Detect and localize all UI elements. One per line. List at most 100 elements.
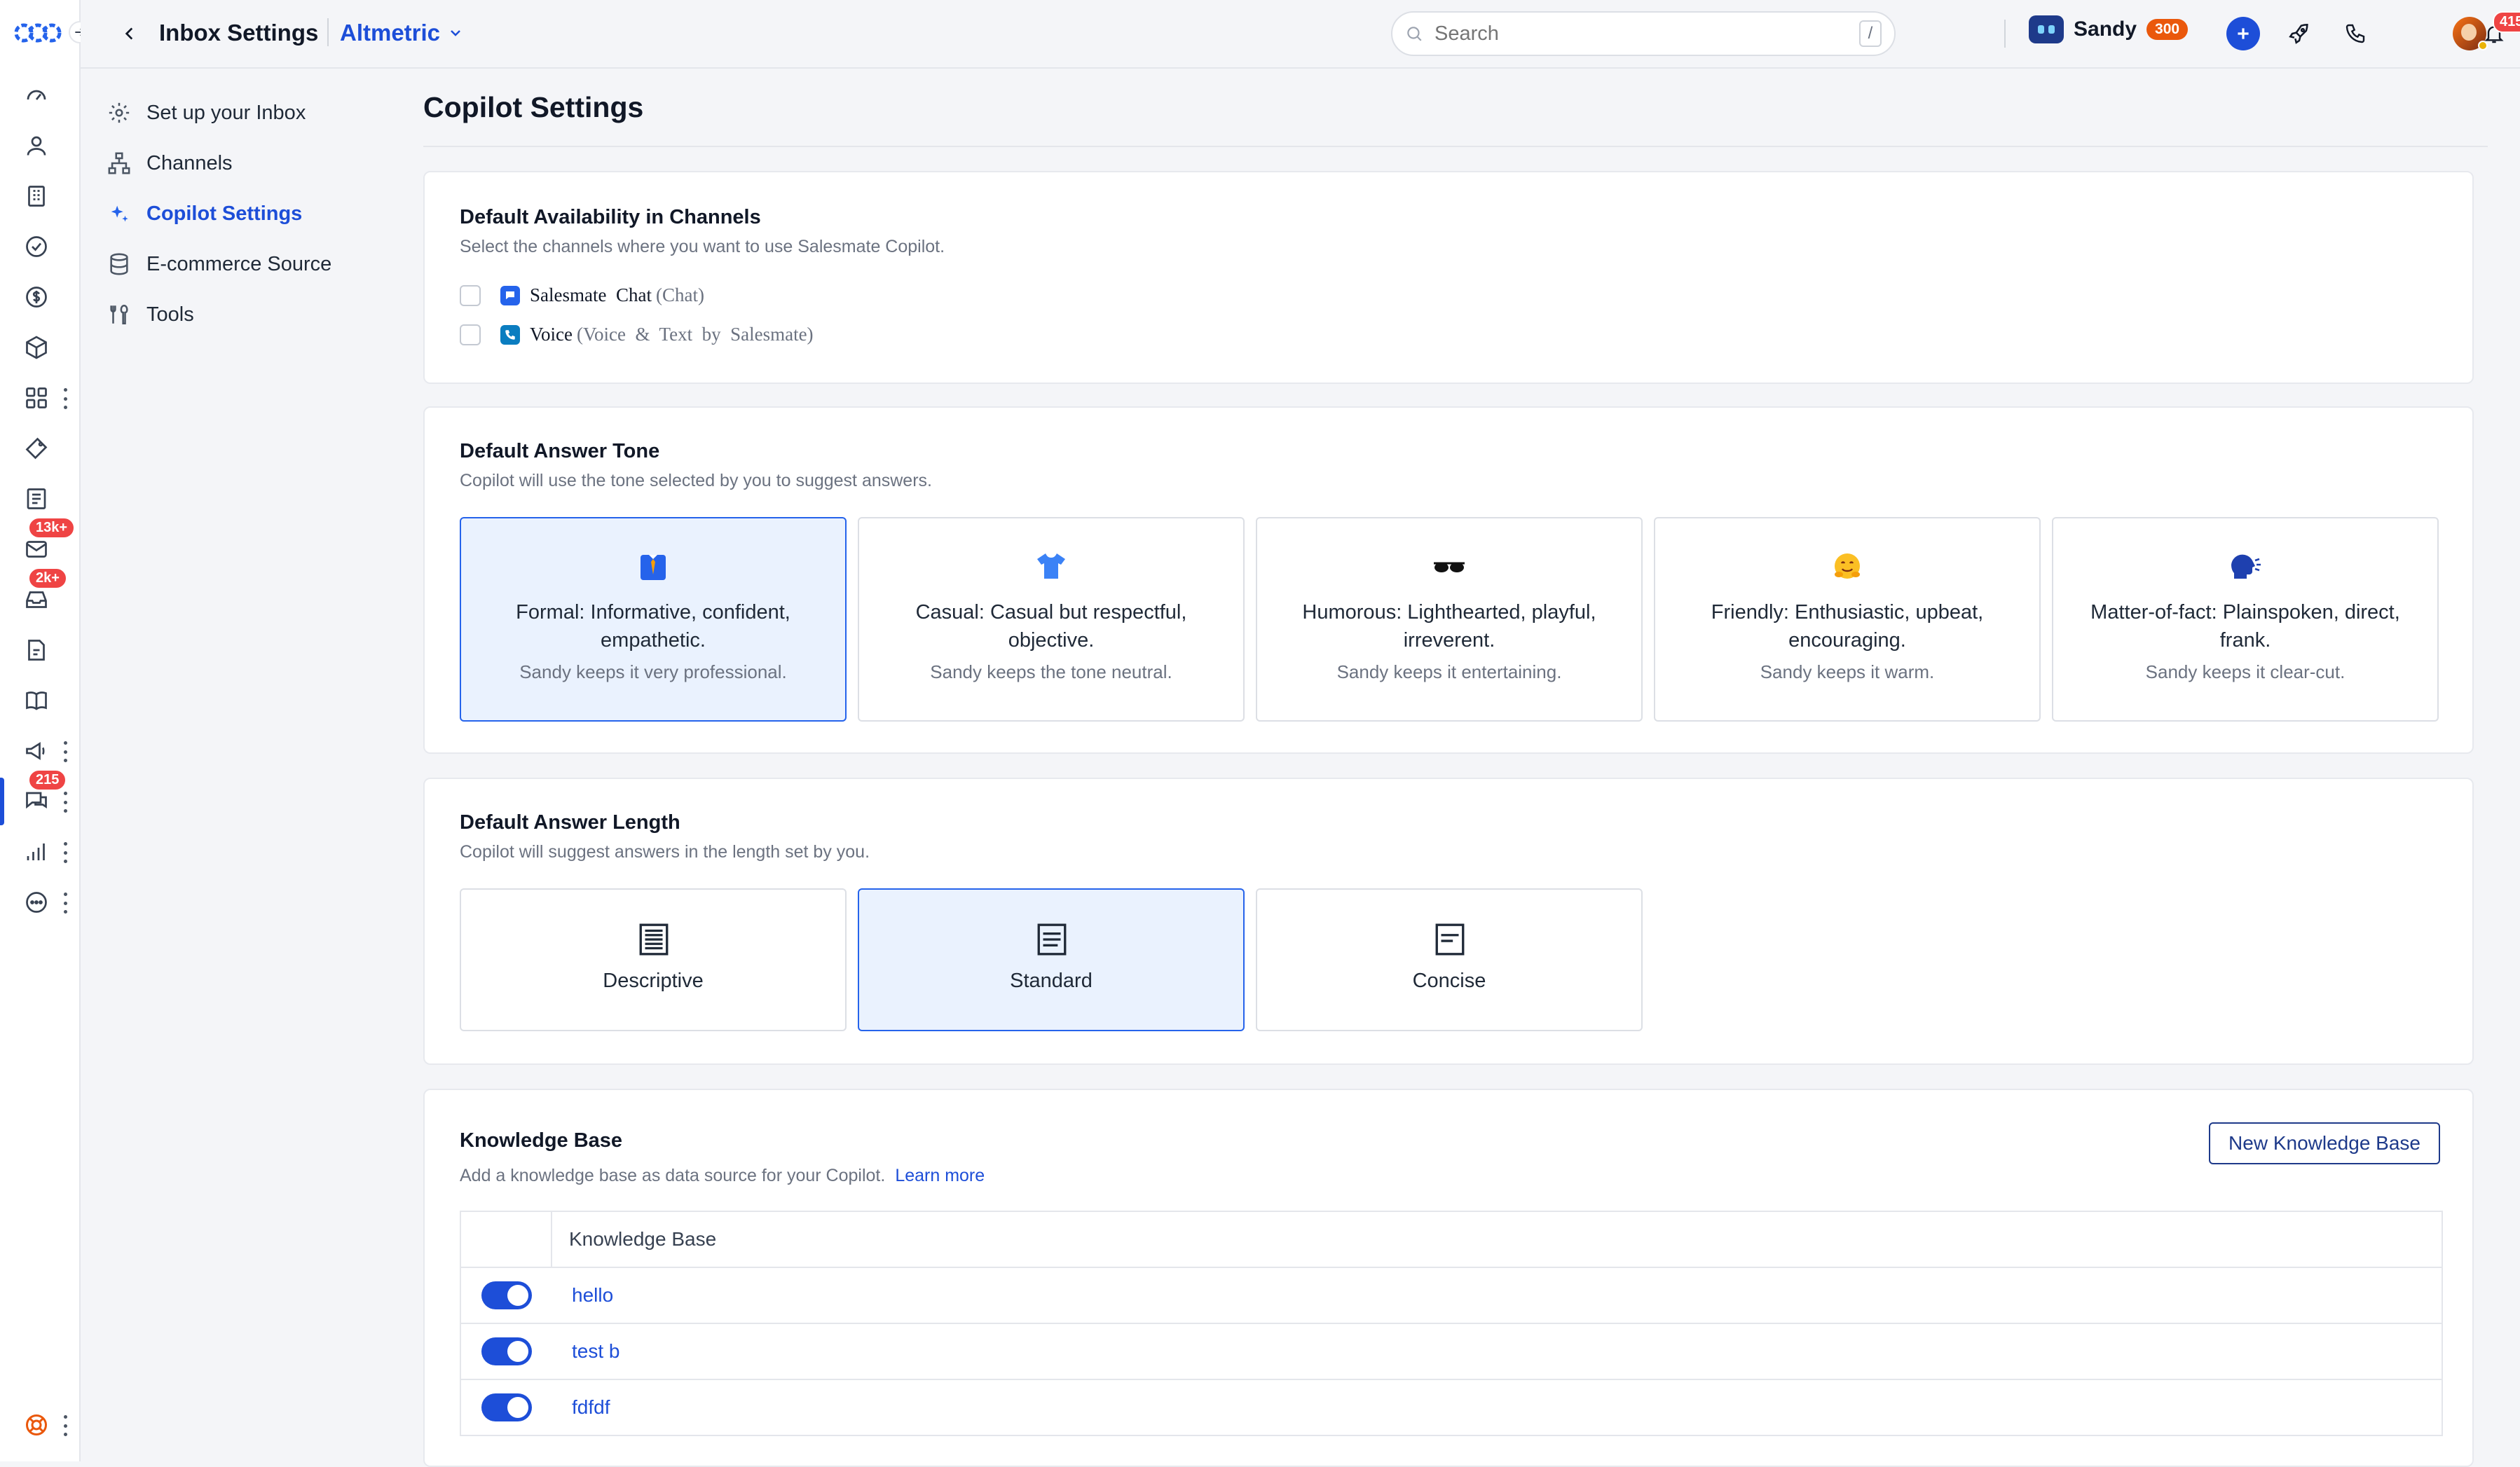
tone-description: Sandy keeps it warm. xyxy=(1760,661,1935,682)
subnav-item-ecommerce-source[interactable]: E-commerce Source xyxy=(107,252,331,276)
channel-name: Salesmate Chat xyxy=(530,284,652,305)
kb-enabled-toggle[interactable] xyxy=(481,1281,532,1309)
kb-enabled-toggle[interactable] xyxy=(481,1337,532,1365)
tone-name: Friendly: Enthusiastic, upbeat, encourag… xyxy=(1711,601,1984,652)
tone-option-humorous[interactable]: Humorous: Lighthearted, playful, irrever… xyxy=(1256,517,1643,722)
phone-button[interactable] xyxy=(2338,17,2372,50)
help-more-icon[interactable] xyxy=(62,1415,69,1436)
tone-option-matter-of-fact[interactable]: Matter-of-fact: Plainspoken, direct, fra… xyxy=(2052,517,2439,722)
length-subtitle: Copilot will suggest answers in the leng… xyxy=(460,842,870,862)
app-rail: 13k+ 2k+ 215 xyxy=(0,0,81,1461)
dashboard-icon[interactable] xyxy=(20,78,53,112)
channel-option-voice[interactable]: Voice (Voice & Text by Salesmate) xyxy=(460,324,814,345)
tone-description: Sandy keeps it entertaining. xyxy=(1336,661,1562,682)
speaking-head-icon xyxy=(2053,549,2437,584)
channel-checkbox[interactable] xyxy=(460,324,481,345)
kb-title: Knowledge Base xyxy=(460,1129,623,1152)
forms-icon[interactable] xyxy=(20,633,53,667)
reports-book-icon[interactable] xyxy=(20,482,53,516)
conversations-more-icon[interactable] xyxy=(62,792,69,813)
answer-tone-card: Default Answer Tone Copilot will use the… xyxy=(423,406,2474,754)
top-header: Inbox Settings Altmetric / Sandy 300 415 xyxy=(81,0,2520,69)
length-option-standard[interactable]: Standard xyxy=(858,888,1245,1031)
global-search[interactable]: / xyxy=(1391,11,1896,56)
knowledge-book-icon[interactable] xyxy=(20,684,53,717)
new-knowledge-base-button[interactable]: New Knowledge Base xyxy=(2209,1122,2440,1164)
inbox-count-badge: 2k+ xyxy=(28,567,67,589)
tone-option-friendly[interactable]: Friendly: Enthusiastic, upbeat, encourag… xyxy=(1654,517,2041,722)
kb-name-link[interactable]: fdfdf xyxy=(552,1396,2442,1419)
channel-option-chat[interactable]: Salesmate Chat (Chat) xyxy=(460,284,704,306)
kb-subtitle-row: Add a knowledge base as data source for … xyxy=(460,1166,985,1186)
more-circle-icon[interactable] xyxy=(20,886,53,919)
inbox-icon[interactable]: 2k+ xyxy=(20,567,67,617)
table-header: Knowledge Base xyxy=(461,1212,2442,1268)
kb-subtitle: Add a knowledge base as data source for … xyxy=(460,1166,886,1185)
knowledge-base-table: Knowledge Base hello test b fdfdf xyxy=(460,1211,2443,1436)
tasks-icon[interactable] xyxy=(20,230,53,263)
length-option-concise[interactable]: Concise xyxy=(1256,888,1643,1031)
presence-status-dot xyxy=(2478,41,2488,50)
document-short-icon xyxy=(1435,923,1465,956)
search-icon xyxy=(1407,27,1422,41)
apps-more-icon[interactable] xyxy=(62,388,69,409)
campaigns-more-icon[interactable] xyxy=(62,741,69,762)
deals-icon[interactable] xyxy=(20,280,53,314)
kb-column-header: Knowledge Base xyxy=(569,1228,717,1250)
tone-name: Humorous: Lighthearted, playful, irrever… xyxy=(1302,601,1596,652)
subnav-item-copilot-settings[interactable]: Copilot Settings xyxy=(107,202,302,226)
channel-detail: (Voice & Text by Salesmate) xyxy=(577,324,814,345)
subnav-item-tools[interactable]: Tools xyxy=(107,303,194,326)
kb-enabled-toggle[interactable] xyxy=(481,1393,532,1421)
hugging-face-icon xyxy=(1655,549,2039,584)
availability-subtitle: Select the channels where you want to us… xyxy=(460,237,945,256)
campaigns-megaphone-icon[interactable] xyxy=(20,734,53,768)
notifications-count-badge: 415 xyxy=(2493,11,2520,33)
mail-count-badge: 13k+ xyxy=(28,517,76,539)
phone-icon xyxy=(2346,24,2365,43)
tools-icon xyxy=(110,304,128,325)
kb-name-link[interactable]: test b xyxy=(552,1340,2442,1363)
tone-option-casual[interactable]: Casual: Casual but respectful, objective… xyxy=(858,517,1245,722)
rocket-button[interactable] xyxy=(2282,17,2316,50)
companies-icon[interactable] xyxy=(20,179,53,213)
workspace-selector[interactable]: Altmetric xyxy=(340,20,464,46)
apps-grid-icon[interactable] xyxy=(20,381,53,415)
sunglasses-icon xyxy=(1257,549,1641,584)
learn-more-link[interactable]: Learn more xyxy=(895,1166,985,1185)
quick-add-button[interactable] xyxy=(2226,17,2260,50)
plus-icon xyxy=(2238,28,2249,39)
subnav-item-channels[interactable]: Channels xyxy=(107,151,233,175)
chevron-left-icon xyxy=(125,27,133,40)
back-button[interactable] xyxy=(116,20,144,48)
length-name: Descriptive xyxy=(603,970,704,992)
subnav-label: Copilot Settings xyxy=(146,202,303,225)
header-divider xyxy=(327,18,329,46)
analytics-more-icon[interactable] xyxy=(62,842,69,863)
conversations-chat-icon[interactable]: 215 xyxy=(0,769,67,825)
channel-checkbox[interactable] xyxy=(460,284,481,306)
analytics-bars-icon[interactable] xyxy=(20,835,53,869)
products-icon[interactable] xyxy=(20,331,53,364)
subnav-label: Channels xyxy=(146,151,233,174)
tone-name: Matter-of-fact: Plainspoken, direct, fra… xyxy=(2090,601,2400,652)
availability-card: Default Availability in Channels Select … xyxy=(423,171,2474,384)
mail-icon[interactable]: 13k+ xyxy=(20,517,76,566)
user-menu[interactable]: Sandy 300 xyxy=(2029,15,2189,43)
rocket-icon xyxy=(2289,23,2308,44)
subnav-label: Tools xyxy=(146,303,194,326)
search-input[interactable] xyxy=(1433,21,1859,46)
page-title: Copilot Settings xyxy=(423,91,644,123)
subnav-label: Set up your Inbox xyxy=(146,101,306,124)
length-option-descriptive[interactable]: Descriptive xyxy=(460,888,847,1031)
tone-option-formal[interactable]: Formal: Informative, confident, empathet… xyxy=(460,517,847,722)
kb-name-link[interactable]: hello xyxy=(552,1284,2442,1307)
help-lifebuoy-icon[interactable] xyxy=(20,1408,53,1442)
database-icon xyxy=(110,253,128,275)
contacts-icon[interactable] xyxy=(20,129,53,163)
table-row: hello xyxy=(461,1268,2442,1324)
salesmate-logo[interactable] xyxy=(14,18,62,48)
subnav-item-setup-inbox[interactable]: Set up your Inbox xyxy=(107,101,306,125)
more-menu-icon[interactable] xyxy=(62,893,69,914)
tickets-icon[interactable] xyxy=(20,432,53,465)
